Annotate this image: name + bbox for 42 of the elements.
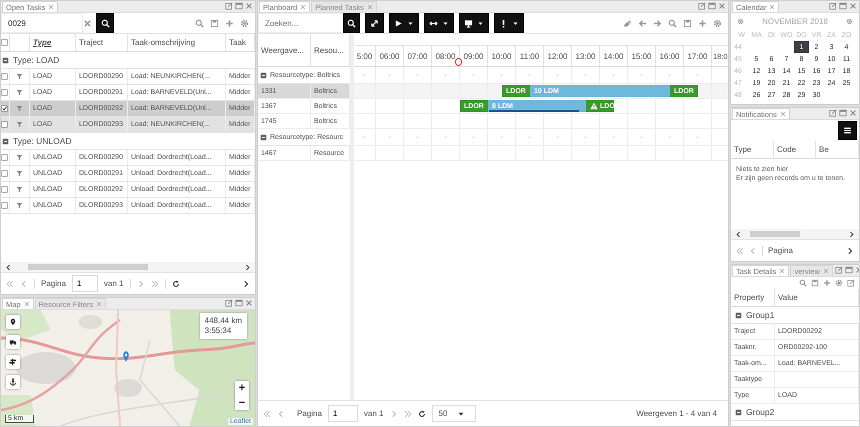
group-label: Type: UNLOAD <box>13 136 72 146</box>
hour-label: 07:00 <box>404 46 432 66</box>
column-header[interactable]: Traject <box>76 34 128 51</box>
hour-label: 14:00 <box>600 46 628 66</box>
hour-label: 06:00 <box>376 46 404 66</box>
column-header[interactable]: Weergave... <box>258 34 311 66</box>
column-header[interactable]: Value <box>775 289 859 306</box>
page-size-select[interactable]: 50 <box>432 405 476 422</box>
route-duration: 3:55:34 <box>204 326 232 336</box>
hour-label: 15:00 <box>628 46 656 66</box>
search-field[interactable]: 0029 <box>1 13 83 33</box>
column-header[interactable]: Type <box>731 141 774 158</box>
page-total: van 1 <box>104 279 124 288</box>
hour-label: 17:00 <box>684 46 712 66</box>
hour-label: 11:00 <box>516 46 544 66</box>
column-header[interactable]: Resou... <box>311 34 350 66</box>
hour-label: 16:00 <box>656 46 684 66</box>
page-field[interactable]: 1 <box>72 275 98 292</box>
column-header[interactable]: Be <box>816 141 859 158</box>
group-label: Group1 <box>746 310 774 320</box>
hour-label: 10:00 <box>488 46 516 66</box>
pager-label: Pagina <box>768 246 793 255</box>
group-label: Group2 <box>746 407 774 417</box>
column-header[interactable]: Taak-omschrijving <box>128 34 226 51</box>
search-field[interactable]: Zoeken... <box>258 13 343 33</box>
column-header[interactable]: Property <box>731 289 775 306</box>
column-header[interactable]: Code <box>774 141 816 158</box>
zoom-out-button[interactable]: − <box>235 396 249 410</box>
pager-label: Pagina <box>297 409 322 418</box>
pager-label: Pagina <box>41 279 66 288</box>
hour-label: 12:00 <box>544 46 572 66</box>
column-header[interactable]: Type <box>30 34 76 51</box>
hour-label: 13:00 <box>572 46 600 66</box>
page-field[interactable]: 1 <box>328 405 358 422</box>
record-summary: Weergeven 1 - 4 van 4 <box>636 409 717 418</box>
month-title: NOVEMBER 2018 <box>762 16 828 26</box>
page-total: van 1 <box>364 409 384 418</box>
group-label: Type: LOAD <box>13 55 60 65</box>
column-header[interactable]: Taak <box>226 34 255 51</box>
zoom-in-button[interactable]: + <box>235 381 249 395</box>
route-distance: 448.44 km <box>204 316 242 326</box>
hour-label: 5:00 <box>354 46 376 66</box>
